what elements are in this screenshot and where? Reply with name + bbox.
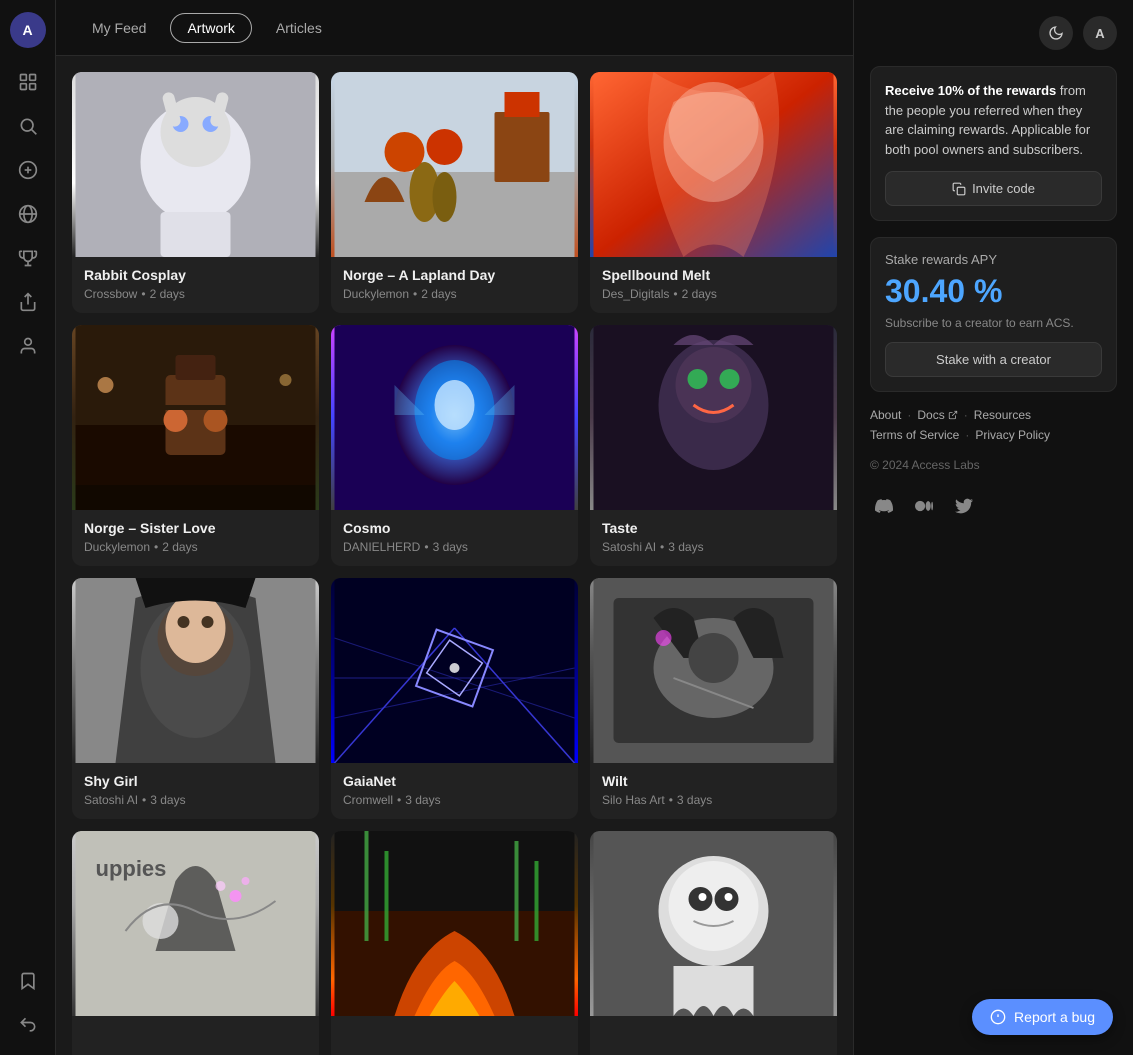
card-title: Shy Girl	[84, 773, 307, 789]
left-sidebar: A	[0, 0, 56, 1055]
card-uppies[interactable]: uppies	[72, 831, 319, 1055]
card-title: Taste	[602, 520, 825, 536]
card-fire[interactable]	[331, 831, 578, 1055]
card-gaianet[interactable]: GaiaNet Cromwell•3 days	[331, 578, 578, 819]
artwork-grid: Rabbit Cosplay Crossbow•2 days	[72, 72, 837, 1055]
card-norge-lapland[interactable]: Norge – A Lapland Day Duckylemon•2 days	[331, 72, 578, 313]
invite-code-button[interactable]: Invite code	[885, 171, 1102, 206]
card-meta: Crossbow•2 days	[84, 287, 307, 301]
referral-highlight: Receive 10% of the rewards	[885, 83, 1056, 98]
sidebar-icon-bookmark[interactable]	[10, 963, 46, 999]
card-taste[interactable]: Taste Satoshi AI•3 days	[590, 325, 837, 566]
dark-mode-button[interactable]	[1039, 16, 1073, 50]
footer-copyright: © 2024 Access Labs	[870, 458, 1117, 472]
stake-creator-button[interactable]: Stake with a creator	[885, 342, 1102, 377]
main-content: My Feed Artwork Articles	[56, 0, 853, 1055]
top-navigation: My Feed Artwork Articles	[56, 0, 853, 56]
report-bug-button[interactable]: Report a bug	[972, 999, 1113, 1035]
medium-icon[interactable]	[910, 492, 938, 520]
card-meta: Duckylemon•2 days	[343, 287, 566, 301]
content-area: Rabbit Cosplay Crossbow•2 days	[56, 56, 853, 1055]
sidebar-icon-globe[interactable]	[10, 196, 46, 232]
right-sidebar: A Receive 10% of the rewards from the pe…	[853, 0, 1133, 1055]
card-meta: Des_Digitals•2 days	[602, 287, 825, 301]
footer-link-about[interactable]: About	[870, 408, 901, 422]
footer-link-docs[interactable]: Docs	[917, 408, 957, 422]
card-title: Spellbound Melt	[602, 267, 825, 283]
footer-link-privacy[interactable]: Privacy Policy	[975, 428, 1050, 442]
card-title: GaiaNet	[343, 773, 566, 789]
footer-link-tos[interactable]: Terms of Service	[870, 428, 959, 442]
tab-artwork[interactable]: Artwork	[170, 13, 251, 43]
svg-text:uppies: uppies	[96, 856, 167, 881]
card-spellbound-melt[interactable]: Spellbound Melt Des_Digitals•2 days	[590, 72, 837, 313]
sidebar-icon-add[interactable]	[10, 152, 46, 188]
stake-label: Stake rewards APY	[885, 252, 1102, 267]
card-meta: Cromwell•3 days	[343, 793, 566, 807]
twitter-icon[interactable]	[950, 492, 978, 520]
stake-box: Stake rewards APY 30.40 % Subscribe to a…	[870, 237, 1117, 392]
sidebar-icon-share[interactable]	[10, 284, 46, 320]
stake-apy: 30.40 %	[885, 273, 1102, 310]
sidebar-icon-search[interactable]	[10, 108, 46, 144]
footer-links-2: Terms of Service · Privacy Policy	[870, 428, 1117, 442]
sidebar-icon-user[interactable]	[10, 328, 46, 364]
referral-text: Receive 10% of the rewards from the peop…	[885, 81, 1102, 159]
card-title: Norge – Sister Love	[84, 520, 307, 536]
sidebar-icon-back[interactable]	[10, 1007, 46, 1043]
card-title: Norge – A Lapland Day	[343, 267, 566, 283]
card-title: Cosmo	[343, 520, 566, 536]
card-meta: Silo Has Art•3 days	[602, 793, 825, 807]
card-ghost[interactable]	[590, 831, 837, 1055]
discord-icon[interactable]	[870, 492, 898, 520]
card-meta: DANIELHERD•3 days	[343, 540, 566, 554]
tab-articles[interactable]: Articles	[260, 14, 338, 42]
sidebar-icon-trophy[interactable]	[10, 240, 46, 276]
footer-social	[870, 492, 1117, 520]
stake-sub: Subscribe to a creator to earn ACS.	[885, 316, 1102, 330]
tab-my-feed[interactable]: My Feed	[76, 14, 162, 42]
card-cosmo[interactable]: Cosmo DANIELHERD•3 days	[331, 325, 578, 566]
avatar[interactable]: A	[10, 12, 46, 48]
footer-links: About · Docs · Resources	[870, 408, 1117, 422]
footer-link-resources[interactable]: Resources	[974, 408, 1031, 422]
translate-button[interactable]: A	[1083, 16, 1117, 50]
card-title: Wilt	[602, 773, 825, 789]
card-meta: Satoshi AI•3 days	[602, 540, 825, 554]
sidebar-icon-home[interactable]	[10, 64, 46, 100]
right-top-icons: A	[870, 16, 1117, 50]
card-rabbit-cosplay[interactable]: Rabbit Cosplay Crossbow•2 days	[72, 72, 319, 313]
card-wilt[interactable]: Wilt Silo Has Art•3 days	[590, 578, 837, 819]
referral-box: Receive 10% of the rewards from the peop…	[870, 66, 1117, 221]
card-title: Rabbit Cosplay	[84, 267, 307, 283]
card-norge-sister-love[interactable]: Norge – Sister Love Duckylemon•2 days	[72, 325, 319, 566]
card-meta: Duckylemon•2 days	[84, 540, 307, 554]
card-shy-girl[interactable]: Shy Girl Satoshi AI•3 days	[72, 578, 319, 819]
card-meta: Satoshi AI•3 days	[84, 793, 307, 807]
